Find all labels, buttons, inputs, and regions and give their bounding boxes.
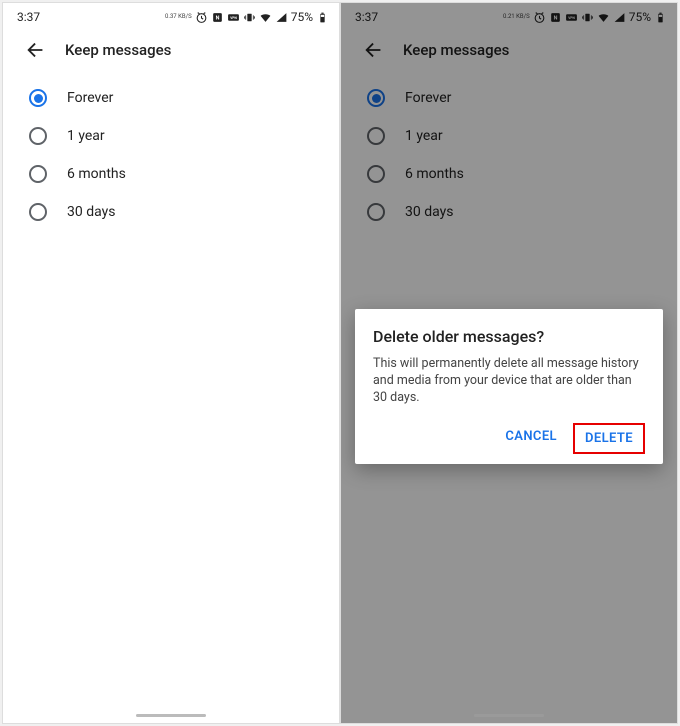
battery-pct: 75% — [291, 10, 313, 24]
phone-left: 3:37 0.37 KB/S N VPN 75% Keep messages F… — [2, 2, 340, 724]
option-30-days[interactable]: 30 days — [3, 193, 339, 231]
delete-button[interactable]: DELETE — [573, 423, 645, 454]
options-list: Forever 1 year 6 months 30 days — [3, 75, 339, 235]
battery-icon — [316, 11, 329, 24]
back-icon[interactable] — [25, 39, 47, 61]
status-time: 3:37 — [17, 10, 40, 24]
radio-icon — [29, 165, 47, 183]
phone-right: 3:37 0.21 KB/S N VPN 75% Keep messages F… — [340, 2, 678, 724]
nfc-icon: N — [211, 11, 224, 24]
alarm-icon — [195, 11, 208, 24]
svg-text:N: N — [215, 15, 219, 21]
vpn-icon: VPN — [227, 11, 240, 24]
app-bar: Keep messages — [3, 29, 339, 75]
option-label: Forever — [67, 90, 113, 106]
radio-icon — [29, 89, 47, 107]
dialog-title: Delete older messages? — [373, 327, 645, 346]
delete-dialog: Delete older messages? This will permane… — [355, 309, 663, 464]
option-label: 6 months — [67, 166, 126, 182]
option-label: 30 days — [67, 204, 115, 220]
wifi-icon — [259, 11, 272, 24]
net-speed: 0.37 KB/S — [165, 14, 192, 20]
status-bar: 3:37 0.37 KB/S N VPN 75% — [3, 3, 339, 29]
option-6-months[interactable]: 6 months — [3, 155, 339, 193]
vibrate-icon — [243, 11, 256, 24]
radio-icon — [29, 127, 47, 145]
cancel-button[interactable]: CANCEL — [495, 423, 567, 454]
option-forever[interactable]: Forever — [3, 79, 339, 117]
signal-icon — [275, 11, 288, 24]
option-1-year[interactable]: 1 year — [3, 117, 339, 155]
option-label: 1 year — [67, 128, 105, 144]
radio-icon — [29, 203, 47, 221]
nav-pill[interactable] — [136, 714, 206, 717]
nav-pill[interactable] — [474, 714, 544, 717]
svg-text:VPN: VPN — [230, 16, 237, 20]
page-title: Keep messages — [65, 41, 171, 59]
dialog-body: This will permanently delete all message… — [373, 356, 645, 407]
